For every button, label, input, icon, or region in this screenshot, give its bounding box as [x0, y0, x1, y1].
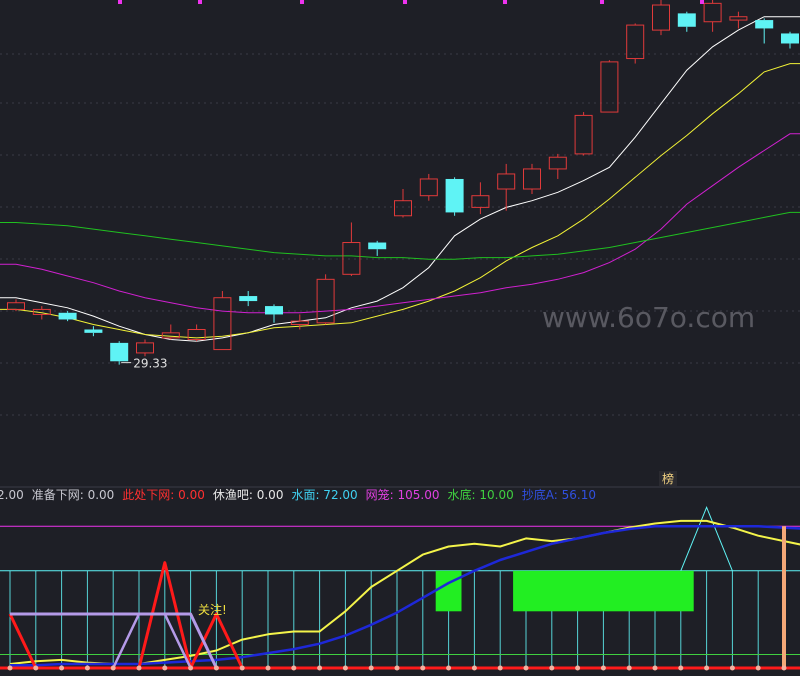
candle	[136, 342, 154, 354]
candle	[471, 195, 490, 208]
legend-item: 此处下网: 0.00	[122, 488, 205, 502]
candle	[84, 329, 103, 333]
baseline-dot	[317, 665, 323, 671]
baseline-dot	[342, 665, 348, 671]
net-block	[513, 570, 694, 612]
legend-item: 抄底A: 56.10	[522, 487, 596, 502]
legend-item: 水底: 10.00	[448, 487, 514, 502]
top-marker	[600, 0, 604, 4]
baseline-dot	[575, 665, 581, 671]
top-marker	[198, 0, 202, 4]
baseline-dot	[59, 665, 65, 671]
candle	[265, 306, 283, 315]
candle	[626, 24, 645, 60]
candle	[755, 20, 774, 29]
baseline-dot	[110, 665, 116, 671]
candle	[652, 4, 670, 31]
baseline-dot	[652, 665, 658, 671]
candle	[239, 296, 258, 302]
top-marker	[403, 0, 407, 4]
ma-line	[0, 133, 800, 314]
baseline-dot	[497, 665, 503, 671]
baseline-dot	[368, 665, 374, 671]
baseline-dot	[265, 665, 271, 671]
low-label: 29.33	[133, 357, 167, 371]
candle	[548, 156, 567, 170]
baseline-dot	[471, 665, 477, 671]
candle	[342, 242, 361, 275]
baseline-dot	[239, 665, 245, 671]
candle	[703, 2, 722, 23]
baseline-dot	[420, 665, 426, 671]
net-block	[435, 570, 462, 612]
candle	[58, 312, 77, 320]
signal-spike	[680, 506, 733, 571]
baseline-dot	[33, 665, 39, 671]
baseline-dot	[136, 665, 142, 671]
legend-item: 准备下网: 0.00	[32, 488, 115, 502]
signal-bar	[782, 526, 786, 668]
indicator-legend: 2.00 准备下网: 0.00 此处下网: 0.00 休渔吧: 0.00 水面: 72.…	[0, 487, 596, 502]
candle	[781, 33, 799, 44]
baseline-dot	[729, 665, 735, 671]
moving-averages	[0, 16, 800, 342]
baseline-dot	[213, 665, 219, 671]
candle	[729, 16, 748, 21]
candle	[213, 297, 232, 351]
baseline-dot	[291, 665, 297, 671]
baseline-dot	[446, 665, 452, 671]
candle	[110, 342, 129, 362]
top-marker	[300, 0, 304, 4]
watermark: www.6o7o.com	[542, 301, 755, 334]
legend-item: 2.00	[0, 488, 24, 502]
top-markers	[118, 0, 704, 4]
baseline-dot	[600, 665, 606, 671]
grid	[0, 53, 800, 488]
ma-line	[0, 211, 800, 260]
ma-line	[0, 16, 800, 342]
candle	[600, 61, 619, 113]
baseline-dot	[549, 665, 555, 671]
candle	[368, 242, 387, 250]
baseline-dot	[704, 665, 710, 671]
rank-badge[interactable]: 榜	[662, 471, 674, 486]
top-marker	[118, 0, 122, 4]
candle	[419, 178, 438, 197]
baseline-dot	[394, 665, 400, 671]
candle	[7, 302, 25, 310]
legend-item: 水面: 72.00	[291, 488, 357, 502]
candle	[497, 173, 516, 190]
baseline-dot	[84, 665, 90, 671]
baseline-dot	[626, 665, 632, 671]
candle	[394, 200, 412, 217]
candle	[574, 114, 593, 155]
baseline-dot	[678, 665, 684, 671]
stock-chart: www.6o7o.com 54.1129.33 榜 2.00准备下网: 0.00…	[0, 0, 800, 671]
focus-note: 关注!	[198, 602, 227, 617]
candle	[523, 168, 541, 190]
legend-item: 休渔吧: 0.00	[213, 488, 284, 502]
baseline-dot	[188, 665, 194, 671]
indicator-panel	[0, 506, 800, 671]
top-marker	[503, 0, 507, 4]
candle	[677, 13, 696, 27]
baseline-dot	[755, 665, 761, 671]
top-marker	[700, 0, 704, 4]
legend-item: 网笼: 105.00	[366, 487, 440, 502]
baseline-dot	[162, 665, 168, 671]
candle	[445, 178, 464, 213]
baseline-dot	[7, 665, 13, 671]
baseline-dot	[523, 665, 529, 671]
candle	[316, 278, 335, 324]
baseline-dot	[781, 665, 787, 671]
